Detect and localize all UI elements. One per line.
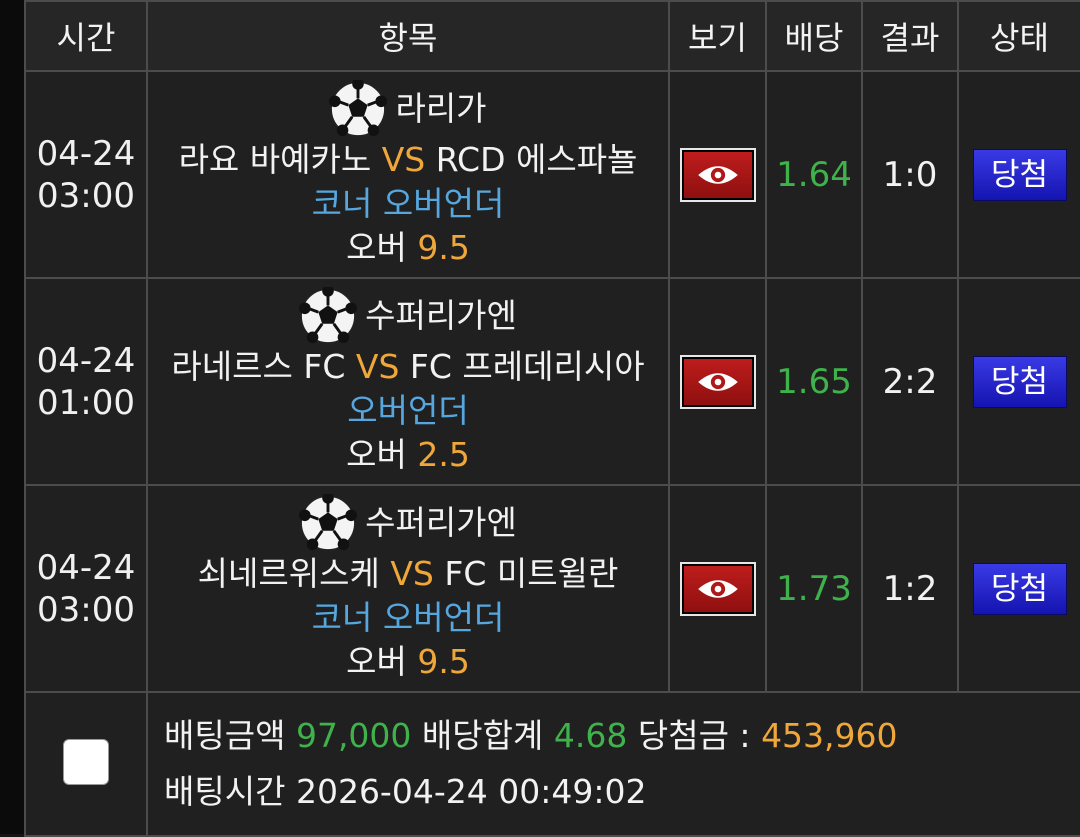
matchup: 쇠네르위스케 VS FC 미트윌란 [148, 552, 668, 596]
status-cell: 당첨 [957, 484, 1080, 693]
pick: 오버 [346, 641, 407, 681]
market-type: 코너 오버언더 [311, 183, 505, 223]
match-time: 01:00 [37, 382, 135, 423]
view-button[interactable] [679, 147, 756, 202]
home-team: 쇠네르위스케 [197, 553, 380, 593]
col-header-status: 상태 [957, 0, 1080, 72]
vs-label: VS [390, 553, 434, 593]
odds-value: 1.65 [765, 277, 863, 486]
bet-summary: 배팅금액 97,000 배당합계 4.68 당첨금 : 453,960 배팅시간… [146, 691, 1080, 837]
bet-summary-row: 배팅금액 97,000 배당합계 4.68 당첨금 : 453,960 배팅시간… [24, 691, 1080, 837]
vs-label: VS [381, 139, 426, 179]
result-score: 2:2 [861, 277, 959, 486]
table-header-row: 시간 항목 보기 배당 결과 상태 [24, 0, 1080, 72]
bet-time: 2026-04-24 00:49:02 [295, 772, 647, 811]
soccer-ball-icon [329, 77, 388, 138]
payout-amount: 453,960 [761, 716, 898, 755]
odds-total-label: 배당합계 [421, 716, 544, 755]
home-team: 라네르스 FC [171, 346, 346, 386]
view-button[interactable] [679, 561, 756, 616]
away-team: RCD 에스파뇰 [435, 139, 638, 179]
eye-icon [697, 165, 738, 184]
select-checkbox[interactable] [63, 739, 109, 785]
result-score: 1:2 [861, 484, 959, 693]
away-team: FC 프레데리시아 [409, 346, 645, 386]
league-name: 수퍼리가엔 [365, 295, 517, 335]
payout-label: 당첨금 : [637, 716, 751, 755]
soccer-ball-icon [299, 491, 358, 552]
match-time: 03:00 [37, 175, 135, 216]
league-line: 수퍼리가엔 [148, 491, 668, 552]
col-header-item: 항목 [146, 0, 670, 72]
bet-time-label: 배팅시간 [164, 772, 286, 811]
status-badge: 당첨 [973, 563, 1066, 614]
status-cell: 당첨 [957, 70, 1080, 279]
match-time-cell: 04-24 03:00 [24, 70, 148, 279]
select-cell [24, 691, 148, 837]
result-score: 1:0 [861, 70, 959, 279]
view-cell [668, 277, 767, 486]
odds-value: 1.64 [765, 70, 863, 279]
col-header-odds: 배당 [765, 0, 863, 72]
col-header-time: 시간 [24, 0, 148, 72]
bet-amount: 97,000 [295, 716, 412, 755]
match-date: 04-24 [36, 340, 136, 381]
pick-line: 오버 9.5 [148, 640, 668, 684]
left-edge [0, 0, 24, 834]
soccer-ball-icon [299, 284, 358, 345]
vs-label: VS [355, 346, 400, 386]
league-name: 수퍼리가엔 [365, 502, 517, 542]
match-time-cell: 04-24 03:00 [24, 484, 148, 693]
status-cell: 당첨 [957, 277, 1080, 486]
market-type: 코너 오버언더 [311, 597, 505, 637]
pick-value: 2.5 [417, 434, 470, 474]
view-button[interactable] [679, 354, 756, 409]
pick: 오버 [346, 227, 407, 267]
league-name: 라리가 [395, 88, 487, 128]
matchup: 라요 바예카노 VS RCD 에스파뇰 [148, 138, 668, 182]
table-row: 04-24 03:00 라리가 라요 바예카노 VS RCD 에스파뇰 코너 오… [24, 70, 1080, 279]
match-item-cell: 수퍼리가엔 쇠네르위스케 VS FC 미트윌란 코너 오버언더 오버 9.5 [146, 484, 670, 693]
eye-icon [697, 372, 738, 391]
league-line: 라리가 [148, 77, 668, 138]
col-header-result: 결과 [861, 0, 959, 72]
table-row: 04-24 03:00 수퍼리가엔 쇠네르위스케 VS FC 미트윌란 코너 오… [24, 484, 1080, 693]
status-badge: 당첨 [973, 149, 1066, 200]
match-time: 03:00 [37, 589, 135, 630]
bet-amount-label: 배팅금액 [164, 716, 286, 755]
pick-line: 오버 2.5 [148, 433, 668, 477]
col-header-view: 보기 [668, 0, 767, 72]
match-time-cell: 04-24 01:00 [24, 277, 148, 486]
pick-line: 오버 9.5 [148, 226, 668, 270]
status-badge: 당첨 [973, 356, 1066, 407]
pick: 오버 [346, 434, 407, 474]
match-item-cell: 라리가 라요 바예카노 VS RCD 에스파뇰 코너 오버언더 오버 9.5 [146, 70, 670, 279]
table-row: 04-24 01:00 수퍼리가엔 라네르스 FC VS FC 프레데리시아 오… [24, 277, 1080, 486]
home-team: 라요 바예카노 [178, 139, 372, 179]
pick-value: 9.5 [417, 641, 470, 681]
match-date: 04-24 [36, 547, 136, 588]
view-cell [668, 484, 767, 693]
away-team: FC 미트윌란 [444, 553, 619, 593]
eye-icon [697, 579, 738, 598]
match-item-cell: 수퍼리가엔 라네르스 FC VS FC 프레데리시아 오버언더 오버 2.5 [146, 277, 670, 486]
league-line: 수퍼리가엔 [148, 284, 668, 345]
view-cell [668, 70, 767, 279]
summary-line-time: 배팅시간 2026-04-24 00:49:02 [164, 764, 1080, 820]
bet-history-table: 시간 항목 보기 배당 결과 상태 04-24 03:00 라리가 라요 바예카… [24, 0, 1080, 837]
matchup: 라네르스 FC VS FC 프레데리시아 [148, 345, 668, 389]
pick-value: 9.5 [417, 227, 470, 267]
bet-slip-screen: 시간 항목 보기 배당 결과 상태 04-24 03:00 라리가 라요 바예카… [0, 0, 1080, 837]
market-type: 오버언더 [347, 390, 469, 430]
summary-line-amounts: 배팅금액 97,000 배당합계 4.68 당첨금 : 453,960 [164, 708, 1080, 764]
match-date: 04-24 [36, 133, 136, 174]
odds-value: 1.73 [765, 484, 863, 693]
odds-total: 4.68 [553, 716, 628, 755]
